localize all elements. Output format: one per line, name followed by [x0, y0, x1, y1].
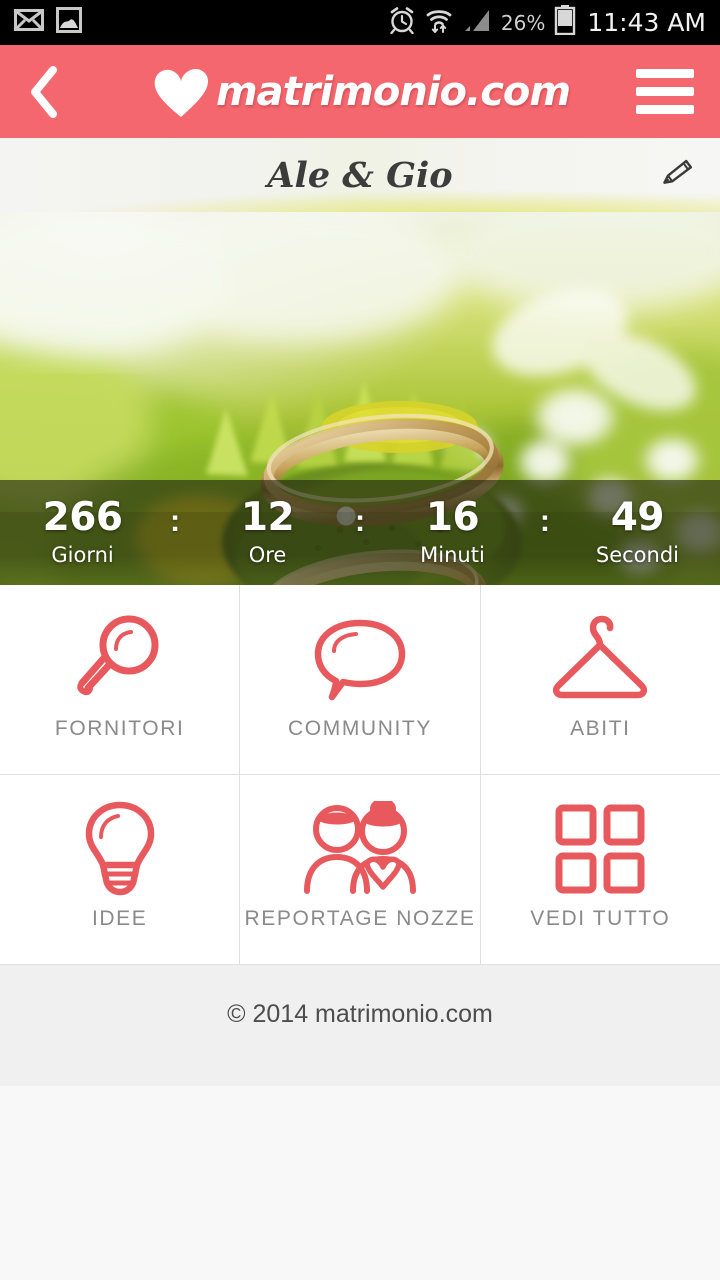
wifi-icon	[425, 6, 453, 39]
tile-idee[interactable]: IDEE	[0, 775, 240, 964]
couple-name-bar: Ale & Gio	[0, 138, 720, 212]
tile-label-vedi-tutto: VEDI TUTTO	[530, 907, 671, 930]
battery-icon	[554, 5, 576, 40]
copyright-text: © 2014 matrimonio.com	[227, 1000, 493, 1028]
countdown-days-value: 266	[42, 494, 123, 540]
heart-icon	[154, 68, 208, 117]
countdown-separator-1: :	[169, 502, 181, 538]
signal-icon	[462, 7, 492, 38]
hamburger-menu-icon-bar-2	[636, 87, 694, 96]
status-bar-right-icons: 26% 11:43 AM	[388, 5, 706, 40]
app-logo: matrimonio.com	[0, 45, 720, 138]
wedding-countdown: 266 Giorni : 12 Ore : 16 Minuti : 49 Sec…	[0, 480, 720, 585]
hamburger-menu-icon	[636, 69, 694, 78]
battery-percent: 26%	[500, 10, 546, 35]
tile-label-reportage-nozze: REPORTAGE NOZZE	[244, 907, 476, 930]
countdown-hours-label: Ore	[248, 543, 287, 568]
countdown-unit-seconds: 49 Secondi	[563, 494, 712, 568]
footer: © 2014 matrimonio.com	[0, 964, 720, 1064]
countdown-unit-hours: 12 Ore	[193, 494, 342, 568]
clothes-hanger-icon	[545, 611, 655, 707]
countdown-minutes-label: Minuti	[420, 543, 485, 568]
countdown-seconds-value: 49	[610, 494, 665, 540]
app-logo-text: matrimonio.com	[215, 68, 571, 115]
tile-abiti[interactable]: ABITI	[480, 585, 720, 774]
app-header-bar: matrimonio.com	[0, 45, 720, 138]
email-icon	[14, 8, 44, 37]
status-bar: 26% 11:43 AM	[0, 0, 720, 45]
status-bar-left-icons	[14, 7, 82, 38]
tile-label-abiti: ABITI	[570, 717, 631, 740]
pencil-edit-icon	[663, 159, 693, 184]
tile-vedi-tutto[interactable]: VEDI TUTTO	[480, 775, 720, 964]
countdown-days-label: Giorni	[51, 543, 114, 568]
tile-label-idee: IDEE	[91, 907, 148, 930]
back-chevron-icon	[31, 65, 57, 118]
hamburger-menu-button[interactable]	[636, 69, 694, 114]
tile-label-community: COMMUNITY	[288, 717, 432, 740]
countdown-separator-3: :	[539, 502, 551, 538]
tile-community[interactable]: COMMUNITY	[240, 585, 480, 774]
tile-label-fornitori: FORNITORI	[54, 717, 185, 740]
countdown-separator-2: :	[354, 502, 366, 538]
gallery-icon	[56, 7, 82, 38]
couple-name-text: Ale & Gio	[267, 154, 453, 196]
couple-icon	[295, 801, 425, 897]
app-screen: 26% 11:43 AM matrimonio.com Ale & Gio 26…	[0, 0, 720, 1280]
countdown-unit-days: 266 Giorni	[8, 494, 157, 568]
page-background-below	[0, 1086, 720, 1280]
countdown-unit-minutes: 16 Minuti	[378, 494, 527, 568]
alarm-icon	[388, 6, 416, 39]
back-button[interactable]	[26, 62, 72, 122]
menu-tile-grid: FORNITORI COMMUNITY ABITI IDEE REPORTAGE…	[0, 585, 720, 964]
status-bar-clock: 11:43 AM	[587, 8, 706, 37]
countdown-seconds-label: Secondi	[595, 543, 679, 568]
hamburger-menu-icon-bar-3	[636, 105, 694, 114]
edit-name-button[interactable]	[660, 155, 696, 196]
tile-fornitori[interactable]: FORNITORI	[0, 585, 240, 774]
speech-bubble-icon	[310, 611, 410, 707]
lightbulb-icon	[77, 801, 163, 897]
hero-banner: 266 Giorni : 12 Ore : 16 Minuti : 49 Sec…	[0, 212, 720, 585]
countdown-hours-value: 12	[240, 494, 295, 540]
magnifier-icon	[71, 611, 169, 707]
tile-reportage-nozze[interactable]: REPORTAGE NOZZE	[240, 775, 480, 964]
grid-squares-icon	[552, 801, 648, 897]
countdown-minutes-value: 16	[425, 494, 480, 540]
